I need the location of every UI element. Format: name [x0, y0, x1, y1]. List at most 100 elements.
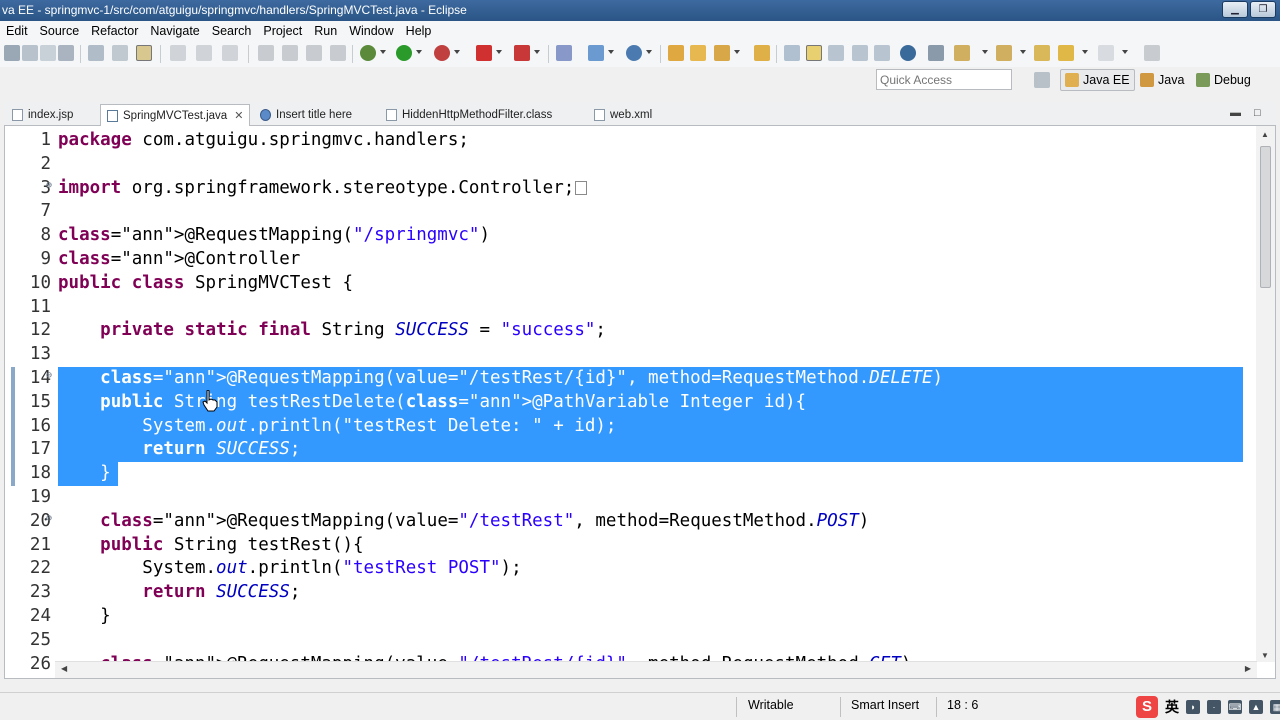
terminate-icon[interactable] — [306, 45, 322, 61]
back-dropdown-icon[interactable] — [1082, 50, 1088, 54]
debug-icon[interactable] — [360, 45, 376, 61]
forward-icon[interactable] — [1098, 45, 1114, 61]
code-editor[interactable]: 1 package com.atguigu.springmvc.handlers;… — [4, 126, 1276, 679]
forward-dropdown-icon[interactable] — [1122, 50, 1128, 54]
back-icon[interactable] — [1058, 45, 1074, 61]
resume-icon[interactable] — [258, 45, 274, 61]
toggle-block-icon[interactable] — [112, 45, 128, 61]
redo-icon[interactable] — [196, 45, 212, 61]
new-icon[interactable] — [4, 45, 20, 61]
last-edit-location-icon[interactable] — [1034, 45, 1050, 61]
maximize-editor-icon[interactable]: □ — [1254, 107, 1261, 119]
prev-edit-icon[interactable] — [954, 45, 970, 61]
next-edit-dropdown-icon[interactable] — [1020, 50, 1026, 54]
minimize-button[interactable]: ▁ — [1222, 1, 1248, 18]
code-line[interactable]: 14 ⊖ class="ann">@RequestMapping(value="/… — [5, 366, 1245, 391]
scroll-down-icon[interactable]: ▼ — [1261, 651, 1269, 660]
menu-navigate[interactable]: Navigate — [150, 24, 207, 38]
skip-breakpoints-icon[interactable] — [88, 45, 104, 61]
menu-help[interactable]: Help — [406, 24, 440, 38]
code-line[interactable]: 21 public String testRest(){ — [5, 534, 1245, 558]
collapse-fold-icon[interactable]: ⊖ — [46, 513, 52, 525]
grid-icon[interactable]: ▦ — [1270, 700, 1280, 714]
open-type-icon[interactable] — [668, 45, 684, 61]
code-line[interactable]: 2 — [5, 153, 1245, 177]
scroll-up-icon[interactable]: ▲ — [1261, 130, 1269, 139]
scroll-left-icon[interactable]: ◀ — [61, 664, 67, 673]
code-line[interactable]: 9 class="ann">@Controller — [5, 248, 1245, 272]
code-line[interactable]: 17 return SUCCESS; — [5, 438, 1245, 463]
prev-edit-dropdown-icon[interactable] — [982, 50, 988, 54]
external-tools-dropdown-icon[interactable] — [534, 50, 540, 54]
pin-editor-icon[interactable] — [1144, 45, 1160, 61]
code-line[interactable]: 10 public class SpringMVCTest { — [5, 272, 1245, 296]
new-wizard-dropdown-icon[interactable] — [608, 50, 614, 54]
sogou-logo-icon[interactable]: S — [1136, 696, 1158, 718]
run-dropdown-icon[interactable] — [416, 50, 422, 54]
new-server-icon[interactable] — [556, 45, 572, 61]
run-server-icon[interactable] — [434, 45, 450, 61]
next-edit-icon[interactable] — [996, 45, 1012, 61]
ime-language[interactable]: 英 — [1165, 697, 1179, 717]
open-resource-icon[interactable] — [690, 45, 706, 61]
code-line[interactable]: 16 System.out.println("testRest Delete: … — [5, 414, 1245, 439]
format-icon[interactable] — [222, 45, 238, 61]
pilcrow-icon[interactable] — [874, 45, 890, 61]
minimize-editor-icon[interactable]: ▬ — [1230, 107, 1241, 119]
disconnect-icon[interactable] — [330, 45, 346, 61]
code-line[interactable]: 25 — [5, 629, 1245, 653]
code-line[interactable]: 24 } — [5, 605, 1245, 629]
keyboard-icon[interactable]: ⌨ — [1228, 700, 1242, 714]
new-class-icon[interactable] — [626, 45, 642, 61]
highlight-icon[interactable] — [806, 45, 822, 61]
perspective-java-ee[interactable]: Java EE — [1060, 69, 1135, 91]
code-line[interactable]: 15 public String testRestDelete(class="a… — [5, 390, 1245, 415]
menu-run[interactable]: Run — [314, 24, 345, 38]
punctuation-icon[interactable]: · — [1207, 700, 1221, 714]
scrollbar-thumb[interactable] — [1260, 146, 1271, 288]
print-icon[interactable] — [58, 45, 74, 61]
toggle-ant-icon[interactable] — [784, 45, 800, 61]
save-all-icon[interactable] — [40, 45, 56, 61]
external-tools-icon[interactable] — [514, 45, 530, 61]
menu-refactor[interactable]: Refactor — [91, 24, 146, 38]
menu-edit[interactable]: Edit — [6, 24, 36, 38]
stop-icon[interactable] — [476, 45, 492, 61]
search-icon[interactable] — [714, 45, 730, 61]
perspective-debug[interactable]: Debug — [1192, 69, 1255, 91]
search-dropdown-icon[interactable] — [734, 50, 740, 54]
expand-fold-icon[interactable]: ⊕ — [46, 180, 52, 192]
collapse-fold-icon[interactable]: ⊖ — [46, 370, 52, 382]
code-line[interactable]: 8 class="ann">@RequestMapping("/springmvc… — [5, 224, 1245, 248]
moon-icon[interactable]: ◗ — [1186, 700, 1200, 714]
mark-occurrences-icon[interactable] — [136, 45, 152, 61]
next-annotation-icon[interactable] — [928, 45, 944, 61]
code-line[interactable]: 7 — [5, 200, 1245, 224]
quick-access-input[interactable] — [876, 69, 1012, 90]
stop-dropdown-icon[interactable] — [496, 50, 502, 54]
block-selection-icon[interactable] — [852, 45, 868, 61]
tab-index-jsp[interactable]: index.jsp — [6, 104, 79, 126]
open-task-icon[interactable] — [754, 45, 770, 61]
menu-search[interactable]: Search — [212, 24, 260, 38]
perspective-java[interactable]: Java — [1136, 69, 1188, 91]
new-class-dropdown-icon[interactable] — [646, 50, 652, 54]
suspend-icon[interactable] — [282, 45, 298, 61]
menu-window[interactable]: Window — [349, 24, 401, 38]
code-area[interactable]: 1 package com.atguigu.springmvc.handlers;… — [5, 129, 1245, 676]
skin-icon[interactable]: ▲ — [1249, 700, 1263, 714]
menu-project[interactable]: Project — [263, 24, 310, 38]
menu-source[interactable]: Source — [40, 24, 88, 38]
tab-springmvctest-java[interactable]: SpringMVCTest.java ✕ — [100, 104, 251, 126]
globe-icon[interactable] — [900, 45, 916, 61]
code-line[interactable]: 1 package com.atguigu.springmvc.handlers; — [5, 129, 1245, 153]
save-icon[interactable] — [22, 45, 38, 61]
run-icon[interactable] — [396, 45, 412, 61]
close-icon[interactable]: ✕ — [234, 109, 243, 122]
undo-icon[interactable] — [170, 45, 186, 61]
vertical-scrollbar[interactable]: ▲ ▼ — [1256, 126, 1275, 662]
scroll-right-icon[interactable]: ▶ — [1245, 664, 1251, 673]
code-line[interactable]: 20 ⊖ class="ann">@RequestMapping(value="/… — [5, 510, 1245, 534]
code-line[interactable]: 11 — [5, 296, 1245, 320]
tab-web-xml[interactable]: web.xml — [588, 104, 658, 126]
